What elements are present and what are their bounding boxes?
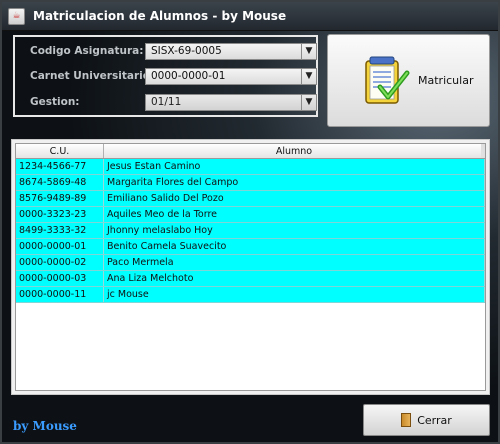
cerrar-label: Cerrar [417,413,452,427]
title-bar[interactable]: ☕ Matriculacion de Alumnos - by Mouse [2,2,498,31]
students-table-panel: C.U. Alumno 1234-4566-77 Jesus Estan Cami… [11,139,490,395]
cell-alumno: Ana Liza Melchoto [103,270,485,287]
cell-cu: 8499-3333-32 [16,222,104,239]
cell-alumno: Jesus Estan Camino [103,158,485,175]
cell-alumno: Paco Mermela [103,254,485,271]
cell-cu: 0000-0000-02 [16,254,104,271]
gestion-label: Gestion: [30,96,80,108]
table-row[interactable]: 1234-4566-77 Jesus Estan Camino [16,158,485,175]
table-row[interactable]: 0000-0000-02 Paco Mermela [16,254,485,271]
table-row[interactable]: 8576-9489-89 Emiliano Salido Del Pozo [16,190,485,207]
main-window: ☕ Matriculacion de Alumnos - by Mouse Co… [0,0,500,444]
table-row[interactable]: 0000-0000-03 Ana Liza Melchoto [16,270,485,287]
column-header-cu[interactable]: C.U. [16,144,104,159]
students-table-viewport[interactable]: C.U. Alumno 1234-4566-77 Jesus Estan Cami… [15,143,486,391]
carnet-value: 0000-0000-01 [151,70,226,82]
brand-label: by Mouse [13,419,77,433]
form-panel: Codigo Asignatura: SISX-69-0005 ▼ Carnet… [13,35,318,117]
cell-alumno: Aquiles Meo de la Torre [103,206,485,223]
java-cup-icon: ☕ [8,7,25,25]
cell-cu: 0000-0000-03 [16,270,104,287]
matricular-label: Matricular [418,74,474,87]
cell-cu: 0000-0000-01 [16,238,104,255]
table-row[interactable]: 0000-3323-23 Aquiles Meo de la Torre [16,206,485,223]
carnet-combo[interactable]: 0000-0000-01 ▼ [145,68,317,85]
table-row[interactable]: 0000-0000-01 Benito Camela Suavecito [16,238,485,255]
cell-cu: 0000-3323-23 [16,206,104,223]
asignatura-combo[interactable]: SISX-69-0005 ▼ [145,43,317,60]
table-row[interactable]: 0000-0000-11 jc Mouse [16,286,485,303]
chevron-down-icon[interactable]: ▼ [301,95,316,110]
window-title: Matriculacion de Alumnos - by Mouse [33,9,287,23]
table-header-row: C.U. Alumno [16,144,485,159]
asignatura-value: SISX-69-0005 [151,45,222,57]
table-row[interactable]: 8674-5869-48 Margarita Flores del Campo [16,174,485,191]
asignatura-label: Codigo Asignatura: [30,45,144,57]
cell-cu: 0000-0000-11 [16,286,104,303]
column-header-alumno[interactable]: Alumno [103,144,485,159]
notepad-check-icon [362,55,410,107]
students-table: C.U. Alumno 1234-4566-77 Jesus Estan Cami… [16,144,485,303]
cell-alumno: Benito Camela Suavecito [103,238,485,255]
chevron-down-icon[interactable]: ▼ [301,44,316,59]
cell-alumno: Margarita Flores del Campo [103,174,485,191]
cell-cu: 1234-4566-77 [16,158,104,175]
cerrar-button[interactable]: Cerrar [363,404,490,436]
gestion-value: 01/11 [151,96,182,108]
cell-cu: 8674-5869-48 [16,174,104,191]
door-icon [401,413,412,427]
cell-alumno: Jhonny melaslabo Hoy [103,222,485,239]
gestion-combo[interactable]: 01/11 ▼ [145,94,317,111]
table-row[interactable]: 8499-3333-32 Jhonny melaslabo Hoy [16,222,485,239]
carnet-label: Carnet Universitario: [30,70,155,82]
chevron-down-icon[interactable]: ▼ [301,69,316,84]
cell-alumno: Emiliano Salido Del Pozo [103,190,485,207]
cell-alumno: jc Mouse [103,286,485,303]
cell-cu: 8576-9489-89 [16,190,104,207]
matricular-button[interactable]: Matricular [327,34,490,127]
scrollbar-corner [481,144,485,158]
